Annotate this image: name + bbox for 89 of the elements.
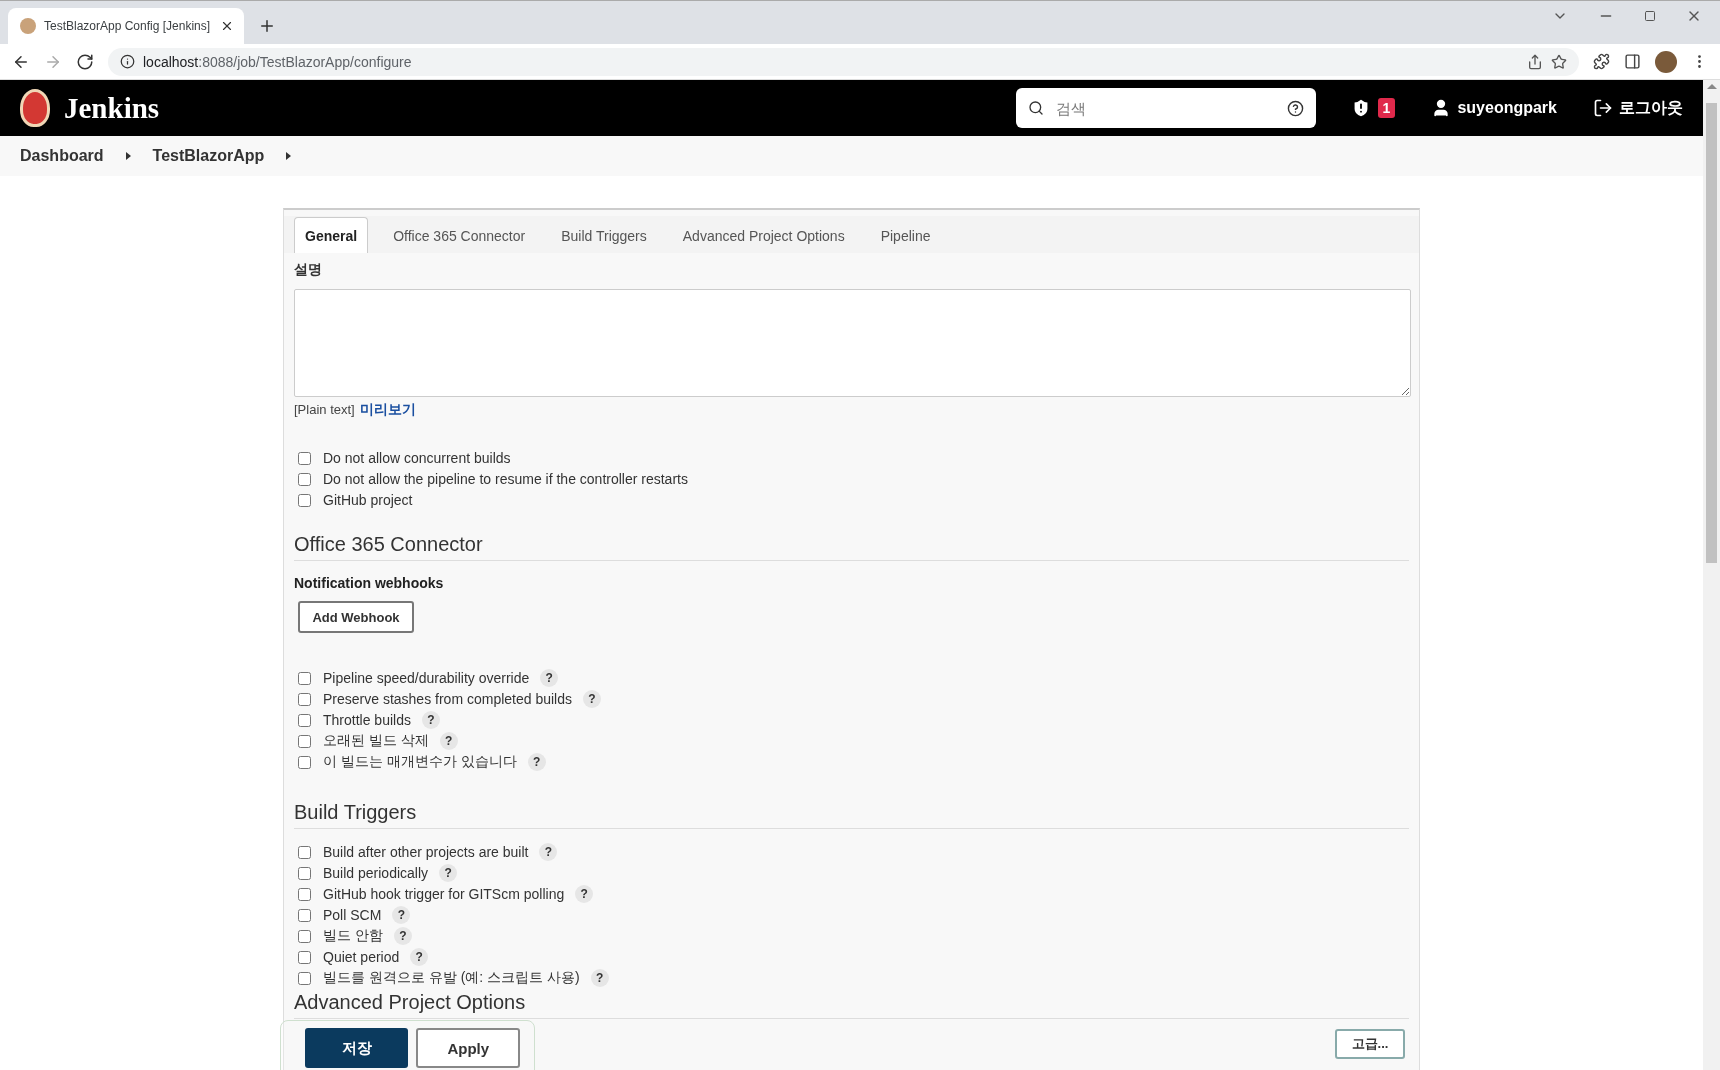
- apply-button[interactable]: Apply: [416, 1028, 520, 1068]
- alert-count[interactable]: 1: [1377, 98, 1396, 118]
- logo-icon[interactable]: [20, 89, 50, 127]
- checkbox-label: Build after other projects are built: [323, 844, 529, 860]
- scroll-up-icon[interactable]: [1706, 84, 1717, 89]
- section-heading: Office 365 Connector: [294, 533, 1409, 561]
- browser-tab[interactable]: TestBlazorApp Config [Jenkins]: [8, 8, 244, 44]
- checkbox-label: 빌드를 원격으로 유발 (예: 스크립트 사용): [323, 969, 580, 987]
- help-icon[interactable]: ?: [539, 843, 558, 861]
- help-icon[interactable]: ?: [421, 711, 440, 729]
- section-tab[interactable]: General: [294, 217, 369, 253]
- puzzle-icon[interactable]: [1593, 53, 1610, 70]
- checkbox-label: Do not allow concurrent builds: [323, 450, 511, 466]
- field-label: Notification webhooks: [294, 575, 445, 591]
- checkbox-label: 이 빌드는 매개변수가 있습니다: [323, 753, 517, 771]
- help-icon[interactable]: ?: [527, 753, 546, 771]
- checkbox[interactable]: [298, 887, 311, 901]
- checkbox-label: GitHub project: [323, 492, 413, 508]
- advanced-button[interactable]: 고급...: [1335, 1029, 1405, 1059]
- preview-link[interactable]: 미리보기: [359, 401, 416, 419]
- format-note: [Plain text]: [294, 402, 355, 417]
- tab-title: TestBlazorApp Config [Jenkins]: [44, 19, 212, 33]
- help-icon[interactable]: [1286, 99, 1304, 117]
- avatar-icon[interactable]: [1655, 50, 1677, 73]
- checkbox-label: Pipeline speed/durability override: [323, 670, 530, 686]
- checkbox[interactable]: [298, 493, 311, 507]
- checkbox[interactable]: [298, 908, 311, 922]
- caret-icon[interactable]: [286, 152, 292, 160]
- star-icon[interactable]: [1551, 53, 1567, 70]
- search-field[interactable]: 검색: [1053, 98, 1277, 118]
- checkbox-label: Poll SCM: [323, 907, 382, 923]
- section-tab[interactable]: Office 365 Connector: [382, 217, 537, 253]
- info-icon: [120, 54, 135, 69]
- field-label: 설명: [294, 261, 323, 279]
- close-icon[interactable]: [220, 19, 234, 33]
- help-icon[interactable]: ?: [439, 864, 458, 882]
- save-button[interactable]: 저장: [305, 1028, 409, 1068]
- new-tab-icon[interactable]: [258, 17, 276, 35]
- brand-name[interactable]: Jenkins: [64, 91, 160, 125]
- section-tab[interactable]: Pipeline: [869, 217, 942, 253]
- checkbox-label: Build periodically: [323, 865, 429, 881]
- checkbox[interactable]: [298, 950, 311, 964]
- favicon-icon: [20, 18, 36, 34]
- checkbox-label: 빌드 안함: [323, 927, 383, 945]
- help-icon[interactable]: ?: [575, 885, 594, 903]
- section-heading: Build Triggers: [294, 801, 1409, 829]
- checkbox[interactable]: [298, 451, 311, 465]
- checkbox[interactable]: [298, 929, 311, 943]
- checkbox-label: GitHub hook trigger for GITScm polling: [323, 886, 565, 902]
- search-icon: [1027, 100, 1044, 116]
- caret-icon[interactable]: [125, 152, 131, 160]
- logout-icon: [1593, 98, 1613, 118]
- help-icon[interactable]: ?: [583, 690, 601, 708]
- breadcrumb-link[interactable]: TestBlazorApp: [152, 147, 265, 165]
- reload-icon[interactable]: [76, 52, 94, 71]
- checkbox-label: Do not allow the pipeline to resume if the controller restarts: [323, 471, 688, 487]
- help-icon[interactable]: ?: [410, 948, 429, 966]
- maximize-icon[interactable]: [1644, 9, 1656, 22]
- checkbox-label: 오래된 빌드 삭제: [323, 732, 429, 750]
- help-icon[interactable]: ?: [540, 669, 559, 687]
- checkbox-label: Preserve stashes from completed builds: [323, 691, 572, 707]
- breadcrumb-link[interactable]: Dashboard: [20, 147, 104, 165]
- section-heading: Advanced Project Options: [294, 991, 1409, 1019]
- checkbox[interactable]: [298, 713, 311, 727]
- checkbox-label: Quiet period: [323, 949, 400, 965]
- description-field[interactable]: [294, 289, 1411, 397]
- logout-link[interactable]: 로그아웃: [1593, 97, 1683, 119]
- address-bar[interactable]: localhost:8088/job/TestBlazorApp/configure: [108, 47, 1579, 76]
- user-link[interactable]: suyeongpark: [1431, 98, 1557, 118]
- url-text: localhost:8088/job/TestBlazorApp/configure: [143, 53, 413, 70]
- share-icon[interactable]: [1527, 53, 1543, 70]
- checkbox[interactable]: [298, 866, 311, 880]
- add-webhook-button[interactable]: Add Webhook: [298, 601, 414, 633]
- checkbox[interactable]: [298, 671, 311, 685]
- checkbox[interactable]: [298, 734, 311, 748]
- side-panel-icon[interactable]: [1624, 53, 1641, 70]
- checkbox[interactable]: [298, 755, 311, 769]
- help-icon[interactable]: ?: [439, 732, 458, 750]
- checkbox[interactable]: [298, 472, 311, 486]
- section-tab[interactable]: Advanced Project Options: [671, 217, 856, 253]
- checkbox[interactable]: [298, 845, 311, 859]
- section-tab[interactable]: Build Triggers: [550, 217, 658, 253]
- checkbox[interactable]: [298, 692, 311, 706]
- help-icon[interactable]: ?: [392, 906, 411, 924]
- checkbox[interactable]: [298, 971, 311, 985]
- search-field[interactable]: 검색: [1015, 88, 1316, 128]
- checkbox-label: Throttle builds: [323, 712, 411, 728]
- help-icon[interactable]: ?: [393, 927, 412, 945]
- help-icon[interactable]: ?: [590, 969, 609, 987]
